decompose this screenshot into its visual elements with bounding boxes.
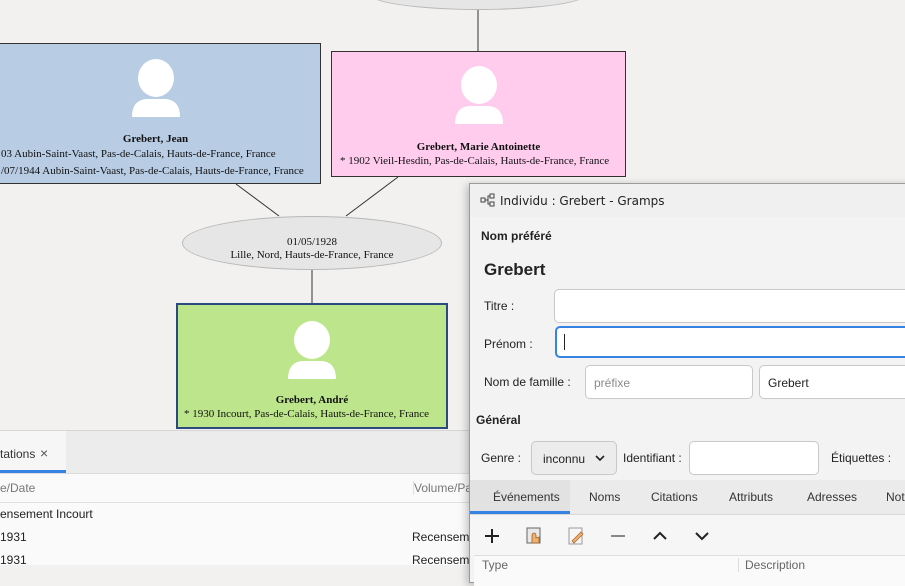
events-toolbar: [470, 515, 905, 555]
dialog-title: Individu : Grebert - Gramps: [500, 194, 665, 208]
person-box-father[interactable]: Grebert, Jean 03 Aubin-Saint-Vaast, Pas-…: [0, 43, 321, 184]
person-avatar-icon: [288, 321, 336, 379]
table-row[interactable]: ensement Incourt: [0, 503, 470, 526]
dialog-tabs: Événements Noms Citations Attributs Adre…: [470, 480, 905, 515]
close-icon[interactable]: ×: [40, 445, 48, 461]
add-icon[interactable]: [481, 525, 503, 547]
cell-date: 1931: [0, 553, 27, 567]
id-input[interactable]: [689, 441, 819, 475]
person-avatar-icon: [131, 59, 180, 117]
edit-icon[interactable]: [565, 525, 587, 547]
surname-value: Grebert: [768, 376, 809, 390]
events-table-header: Type Description: [474, 555, 905, 586]
gender-select[interactable]: inconnu: [531, 441, 617, 475]
citations-table-header: e/Date Volume/Pa: [0, 474, 472, 503]
tab-events[interactable]: Événements: [493, 490, 560, 504]
person-birth: * 1930 Incourt, Pas-de-Calais, Hauts-de-…: [184, 408, 429, 420]
tab-addresses[interactable]: Adresses: [807, 490, 857, 504]
family-place: Lille, Nord, Hauts-de-France, France: [230, 249, 394, 261]
column-header-volume[interactable]: Volume/Pa: [413, 481, 472, 495]
cell-date: 1931: [0, 530, 27, 544]
bottombar-tabs: tations ×: [0, 431, 470, 474]
move-down-icon[interactable]: [691, 525, 713, 547]
citations-panel: tations × e/Date Volume/Pa ensement Inco…: [0, 430, 476, 567]
tab-citations[interactable]: Citations: [651, 490, 698, 504]
chevron-down-icon: [595, 455, 605, 462]
gender-label: Genre :: [481, 451, 522, 465]
prefix-placeholder: préfixe: [594, 376, 631, 390]
person-name: Grebert, Jean: [122, 133, 189, 145]
column-header-date[interactable]: e/Date: [0, 481, 35, 495]
cell-volume: Recenseme: [412, 553, 477, 567]
move-up-icon[interactable]: [649, 525, 671, 547]
gender-value: inconnu: [543, 452, 586, 466]
person-birth: 03 Aubin-Saint-Vaast, Pas-de-Calais, Hau…: [1, 148, 276, 160]
share-icon[interactable]: [523, 525, 545, 547]
cell-date: ensement Incourt: [0, 507, 93, 521]
tab-label: tations: [0, 447, 36, 461]
edit-person-dialog: Individu : Grebert - Gramps Nom préféré …: [469, 183, 905, 586]
tab-citations[interactable]: tations ×: [0, 431, 66, 473]
column-header-description[interactable]: Description: [738, 558, 805, 572]
dialog-titlebar[interactable]: Individu : Grebert - Gramps: [470, 184, 905, 217]
firstname-input[interactable]: [555, 326, 905, 358]
remove-icon[interactable]: [607, 525, 629, 547]
cell-volume: Recenseme: [412, 530, 477, 544]
surname-label: Nom de famille :: [484, 375, 571, 389]
person-display-name: Grebert: [484, 260, 546, 279]
text-cursor: [564, 334, 565, 350]
tab-notes[interactable]: Not: [886, 490, 905, 504]
tab-names[interactable]: Noms: [589, 490, 620, 504]
section-preferred-name: Nom préféré: [481, 229, 552, 243]
person-box-active[interactable]: Grebert, André * 1930 Incourt, Pas-de-Ca…: [176, 303, 448, 429]
tab-attributes[interactable]: Attributs: [729, 490, 773, 504]
person-box-mother[interactable]: Grebert, Marie Antoinette * 1902 Vieil-H…: [331, 51, 626, 177]
family-date: 01/05/1928: [286, 236, 338, 248]
family-node-marriage[interactable]: 01/05/1928 Lille, Nord, Hauts-de-France,…: [182, 216, 442, 270]
section-general: Général: [476, 413, 521, 427]
person-name: Grebert, Marie Antoinette: [416, 141, 541, 153]
surname-prefix-input[interactable]: préfixe: [585, 365, 753, 399]
person-name: Grebert, André: [275, 394, 349, 406]
person-death: /07/1944 Aubin-Saint-Vaast, Pas-de-Calai…: [1, 165, 304, 177]
column-header-type[interactable]: Type: [482, 558, 508, 572]
gramps-app-icon: [480, 193, 495, 207]
person-avatar-icon: [454, 66, 503, 124]
surname-input[interactable]: Grebert: [759, 365, 905, 399]
person-birth: * 1902 Vieil-Hesdin, Pas-de-Calais, Haut…: [340, 155, 610, 167]
title-label: Titre :: [484, 299, 515, 313]
tags-label: Étiquettes :: [831, 451, 892, 465]
table-row[interactable]: 1931 Recenseme: [0, 549, 476, 572]
id-label: Identifiant :: [623, 451, 682, 465]
title-input[interactable]: [554, 289, 905, 323]
table-row[interactable]: 1931 Recenseme: [0, 526, 476, 549]
firstname-label: Prénom :: [484, 337, 533, 351]
